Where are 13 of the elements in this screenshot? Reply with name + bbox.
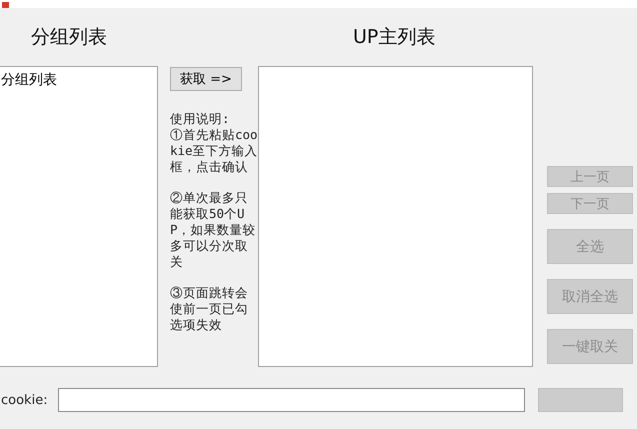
group-list[interactable]: 分组列表: [0, 66, 158, 367]
cookie-input[interactable]: [58, 388, 525, 412]
cookie-label: cookie:: [1, 392, 49, 408]
up-list[interactable]: [258, 66, 533, 367]
instruction-text: ③页面跳转会使前一页已勾选项失效: [170, 285, 249, 333]
panel-heading: UP主列表: [353, 25, 436, 50]
fetch-button[interactable]: 获取 =>: [170, 67, 242, 91]
confirm-button[interactable]: [538, 388, 623, 412]
group-list-item[interactable]: 分组列表: [1, 71, 156, 89]
instruction-text: ②单次最多只能获取50个UP，如果数量较多可以分次取关: [170, 190, 257, 270]
instruction-text: 使用说明: ①首先粘贴cookie至下方输入框，点击确认: [170, 111, 258, 175]
app-icon: [2, 2, 9, 8]
panel-heading: 分组列表: [31, 25, 107, 50]
